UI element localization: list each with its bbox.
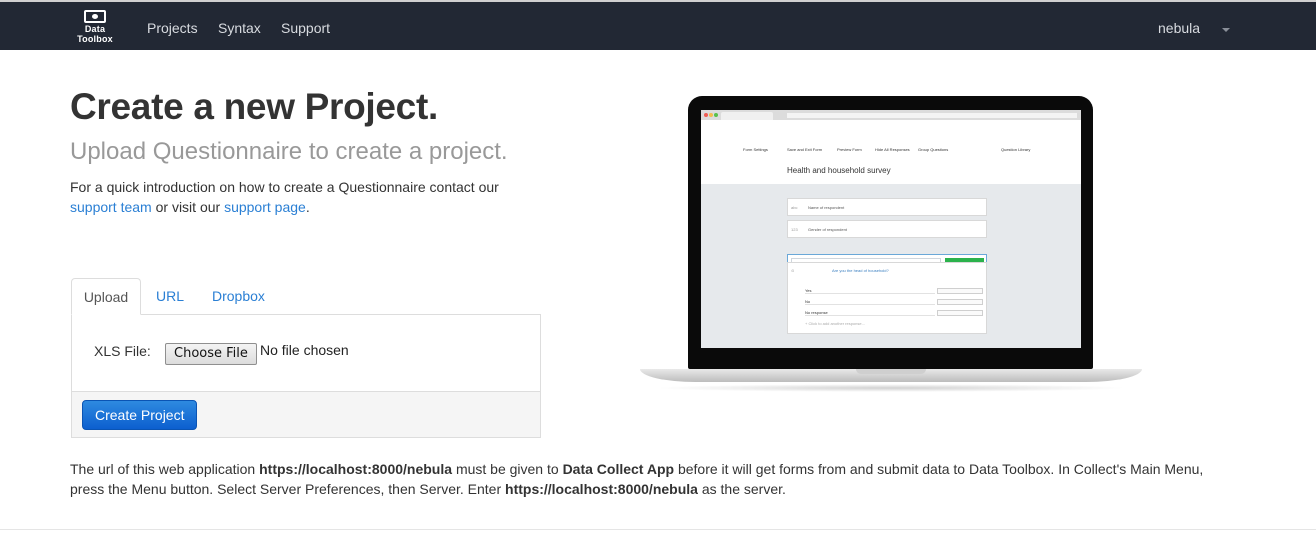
brand-logo[interactable]: Data Toolbox	[70, 10, 120, 44]
laptop-shadow	[654, 384, 1128, 392]
page-subtitle: Upload Questionnaire to create a project…	[70, 138, 508, 165]
toolbar-save-exit: Save and Exit Form	[787, 147, 823, 152]
toolbar-question-library: Question Library	[1001, 147, 1031, 152]
option-row: No response	[805, 310, 935, 316]
question-card: 123 Gender of respondent	[787, 220, 987, 238]
xls-file-label: XLS File:	[94, 343, 151, 359]
option-row: Yes	[805, 288, 935, 294]
note-part4: as the server.	[701, 481, 786, 497]
upload-panel: XLS File: Choose File No file chosen Cre…	[71, 314, 541, 438]
nav-projects[interactable]: Projects	[147, 20, 198, 36]
laptop-notch	[856, 369, 926, 374]
laptop-illustration: Form Settings Save and Exit Form Preview…	[640, 96, 1142, 396]
page-title: Create a new Project.	[70, 86, 438, 127]
choose-file-button[interactable]: Choose File	[165, 343, 257, 365]
close-dot-icon	[704, 113, 708, 117]
instructions-note: The url of this web application https://…	[70, 459, 1230, 499]
select-question-text: Are you the head of household?	[832, 268, 889, 273]
note-url1: https://localhost:8000/nebula	[259, 461, 453, 477]
question-text: Gender of respondent	[808, 227, 847, 232]
option-select	[937, 288, 983, 294]
question-type-icon: 123	[791, 227, 798, 232]
toolbar-hide-responses: Hide All Responses	[875, 147, 910, 152]
maximize-dot-icon	[714, 113, 718, 117]
option-row: No	[805, 299, 935, 305]
intro-middle: or visit our	[155, 199, 221, 215]
tab-url[interactable]: URL	[156, 278, 184, 315]
tab-upload[interactable]: Upload	[71, 278, 141, 315]
toolbar-form-settings: Form Settings	[743, 147, 768, 152]
nav-support[interactable]: Support	[281, 20, 330, 36]
create-project-button[interactable]: Create Project	[82, 400, 198, 430]
question-type-icon: abc	[791, 205, 798, 210]
minimize-dot-icon	[709, 113, 713, 117]
survey-title: Health and household survey	[787, 166, 891, 175]
support-page-link[interactable]: support page	[224, 199, 306, 215]
top-navbar: Data Toolbox Projects Syntax Support neb…	[0, 0, 1316, 50]
brand-line1: Data	[84, 24, 106, 34]
option-select	[937, 299, 983, 305]
nav-syntax[interactable]: Syntax	[218, 20, 261, 36]
laptop-screen: Form Settings Save and Exit Form Preview…	[701, 110, 1081, 348]
caret-down-icon[interactable]	[1222, 28, 1230, 32]
brand-line2: Toolbox	[77, 34, 113, 44]
option-select	[937, 310, 983, 316]
monitor-icon	[84, 10, 106, 23]
note-part2: must be given to	[455, 461, 559, 477]
note-part1: The url of this web application	[70, 461, 256, 477]
user-menu[interactable]: nebula	[1158, 20, 1200, 36]
form-toolbar: Form Settings Save and Exit Form Preview…	[701, 144, 1081, 154]
intro-text: For a quick introduction on how to creat…	[70, 177, 540, 217]
select-type-icon: ⊙	[791, 268, 795, 273]
laptop-lid: Form Settings Save and Exit Form Preview…	[688, 96, 1093, 369]
browser-tab	[721, 112, 773, 120]
note-url2: https://localhost:8000/nebula	[505, 481, 698, 497]
file-status: No file chosen	[260, 342, 349, 358]
browser-url-bar	[787, 113, 1077, 118]
bottom-divider	[0, 529, 1316, 530]
add-option-hint: + Click to add another response...	[805, 321, 865, 326]
toolbar-preview: Preview Form	[837, 147, 862, 152]
tab-dropbox[interactable]: Dropbox	[212, 278, 265, 315]
question-text: Name of respondent	[808, 205, 845, 210]
browser-bar	[701, 110, 1081, 120]
panel-footer: Create Project	[72, 391, 540, 437]
question-card: abc Name of respondent	[787, 198, 987, 216]
intro-suffix: .	[305, 199, 310, 215]
note-app-name: Data Collect App	[562, 461, 675, 477]
toolbar-group-questions: Group Questions	[918, 147, 949, 152]
intro-prefix: For a quick introduction on how to creat…	[70, 179, 499, 195]
support-team-link[interactable]: support team	[70, 199, 152, 215]
